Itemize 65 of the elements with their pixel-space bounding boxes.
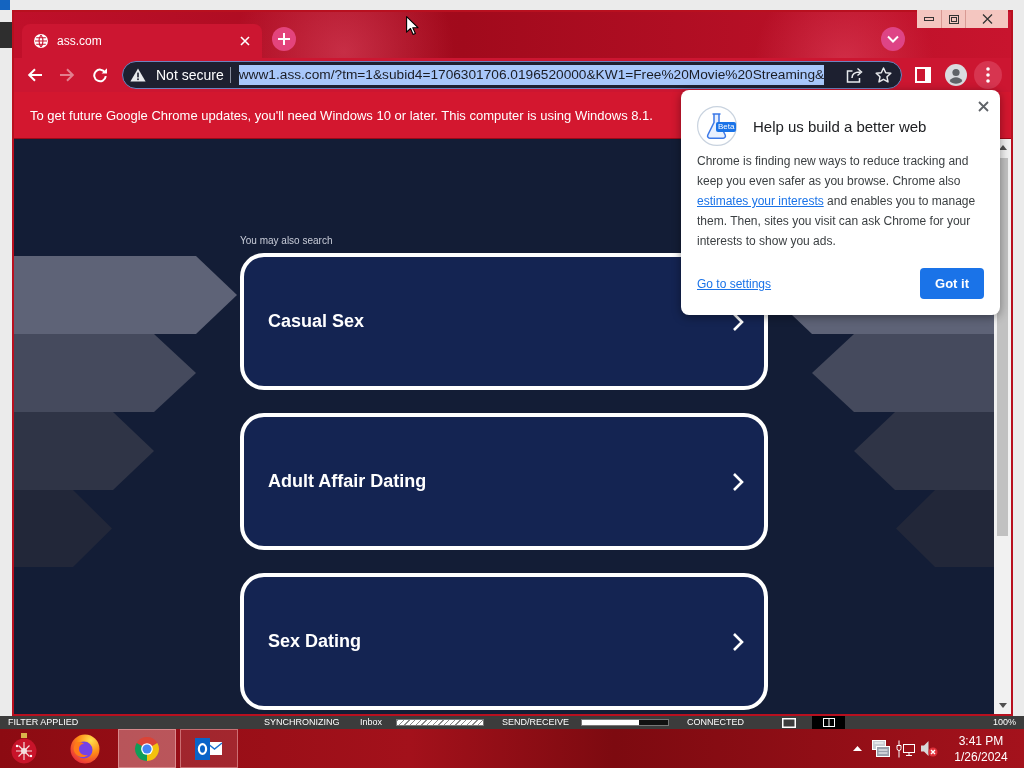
profile-button[interactable]	[942, 61, 970, 89]
reload-icon	[92, 67, 108, 83]
popup-title: Help us build a better web	[753, 117, 927, 135]
speaker-muted-icon	[920, 740, 938, 757]
share-icon	[846, 67, 864, 83]
caret-down-icon	[998, 703, 1007, 708]
firefox-icon	[70, 733, 100, 764]
chevron-right-icon	[732, 631, 744, 652]
status-text: SEND/RECEIVE	[502, 717, 570, 727]
search-suggestion-link[interactable]: Adult Affair Dating	[240, 413, 768, 550]
envelope-stack-icon	[872, 740, 890, 757]
star-icon	[874, 67, 892, 83]
menu-button[interactable]	[974, 61, 1002, 89]
caret-up-icon	[998, 145, 1007, 150]
toolbar-strip	[0, 22, 12, 48]
reading-view-button[interactable]	[812, 716, 845, 729]
section-heading: You may also search	[240, 235, 333, 247]
tab-title: ass.com	[57, 34, 103, 48]
network-icon	[895, 739, 915, 758]
plus-icon	[278, 33, 290, 45]
caret-up-icon	[852, 746, 862, 751]
arrow-left-icon	[27, 68, 43, 82]
arrow-right-icon	[59, 68, 75, 82]
reading-view-icon	[822, 718, 835, 727]
outlook-icon	[195, 736, 223, 761]
status-text: CONNECTED	[687, 717, 744, 727]
status-text: FILTER APPLIED	[8, 717, 79, 727]
browser-tab[interactable]: ass.com	[22, 24, 262, 58]
site-info-button[interactable]: Not secure	[130, 67, 224, 83]
mouse-pointer-icon	[406, 16, 419, 36]
close-icon	[981, 14, 993, 24]
chevron-down-icon	[887, 35, 899, 43]
more-vertical-icon	[986, 67, 990, 83]
taskbar-app-button[interactable]	[180, 729, 238, 768]
zoom-level: 100%	[992, 716, 1016, 729]
avatar-icon	[945, 64, 967, 86]
interests-link[interactable]: estimates your interests	[697, 194, 824, 208]
flask-icon	[697, 106, 737, 146]
beta-badge: Beta	[716, 122, 737, 132]
chrome-icon	[134, 735, 160, 762]
url-text: www1.ass.com/?tm=1&subid4=1706301706.0196520000&KW1=Free%20Movie%20Streaming&	[238, 65, 825, 85]
maximize-icon	[948, 14, 959, 24]
app-icon	[0, 0, 10, 10]
address-bar[interactable]: Not secure www1.ass.com/?tm=1&subid4=1706301706.0196520000&KW1=Free%20Movie%20Streaming&	[122, 61, 902, 89]
popup-description: Chrome is finding new ways to reduce tracking and keep you even safer as you browse. Chrome also estimates your interests and enables you to manage them. Then, sites you visit can ask Chrome for your interests to show you ads.	[697, 153, 977, 250]
minimize-icon	[924, 17, 934, 21]
globe-icon	[34, 34, 48, 48]
status-text: SYNCHRONIZING	[264, 717, 340, 727]
info-bar-message: To get future Google Chrome updates, you'll need Windows 10 or later. This computer is using Windows 8.1.	[30, 107, 653, 123]
tab-close-button[interactable]	[240, 36, 250, 46]
normal-view-icon[interactable]	[782, 717, 796, 728]
close-icon	[240, 36, 250, 46]
clock-time: 3:41 PM	[958, 732, 1004, 749]
got-it-button[interactable]: Got it	[920, 268, 984, 299]
chevron-right-icon	[732, 471, 744, 492]
close-button[interactable]	[966, 10, 1008, 28]
ornament-icon	[11, 733, 37, 764]
maximize-button[interactable]	[941, 10, 966, 28]
search-suggestion-link[interactable]: Sex Dating	[240, 573, 768, 710]
close-icon	[977, 100, 989, 112]
warning-icon	[130, 68, 146, 82]
clock-date: 1/26/2024	[954, 748, 1008, 765]
folder-name: Inbox	[360, 717, 383, 727]
side-panel-icon	[915, 67, 931, 83]
minimize-button[interactable]	[917, 10, 941, 28]
